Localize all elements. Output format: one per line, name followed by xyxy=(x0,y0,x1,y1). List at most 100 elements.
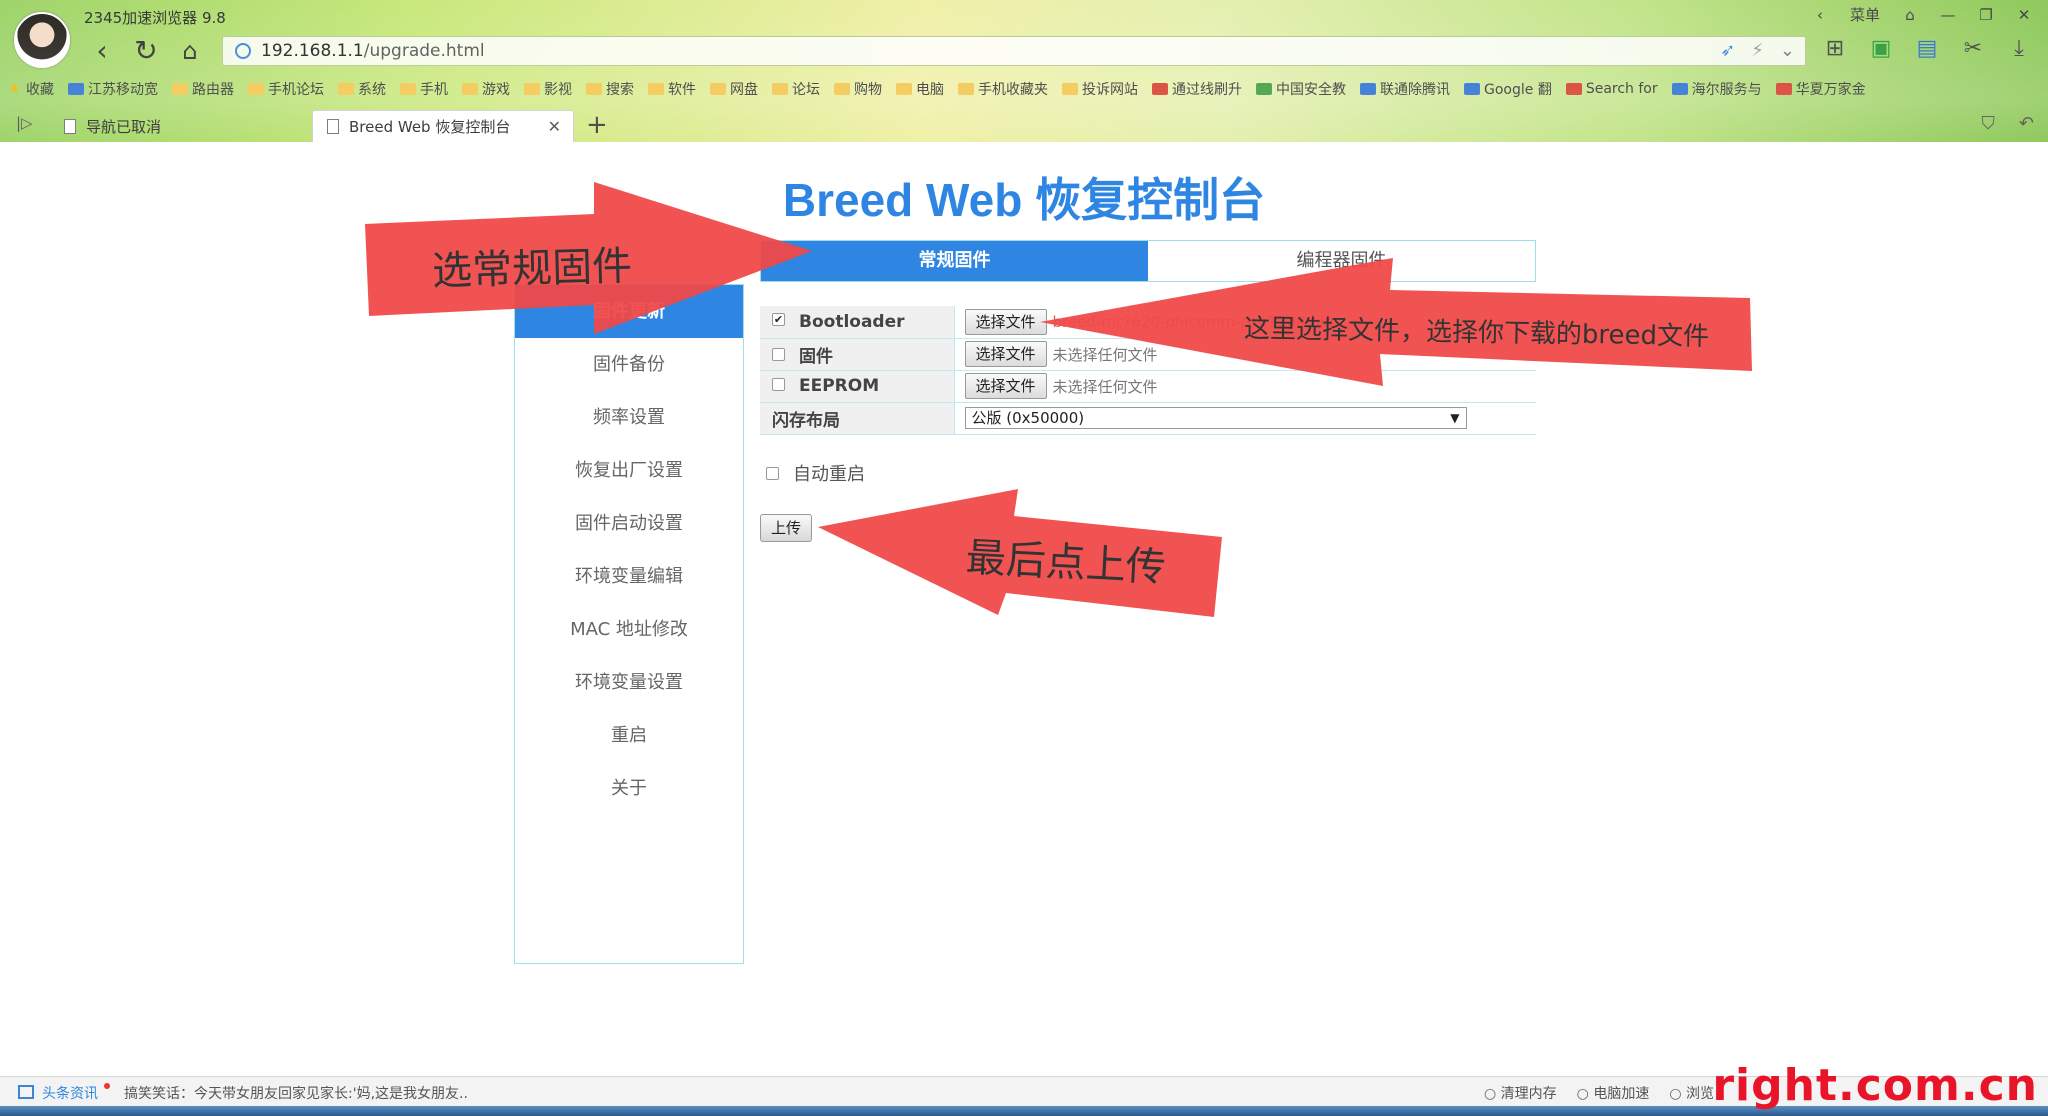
flash-layout-select[interactable]: 公版 (0x50000) ▼ xyxy=(964,407,1467,429)
folder-icon xyxy=(586,83,602,95)
bookmark-folder[interactable]: 网盘 xyxy=(710,78,758,100)
page-content: Breed Web 恢复控制台 常规固件 编程器固件 固件更新 固件备份 频率设… xyxy=(0,142,2048,1076)
bookmark-item[interactable]: Search for xyxy=(1565,78,1658,100)
page-title: Breed Web 恢复控制台 xyxy=(782,174,1266,226)
annotation-label: 最后点上传 xyxy=(964,534,1167,592)
restore-button[interactable]: ❐ xyxy=(1978,6,1994,24)
tab-regular-firmware[interactable]: 常规固件 xyxy=(761,241,1148,281)
sidebar-item-about[interactable]: 关于 xyxy=(515,762,743,815)
sidebar-item-boot-settings[interactable]: 固件启动设置 xyxy=(515,497,743,550)
shield-icon[interactable]: ⛉ xyxy=(1981,113,1995,134)
bookmark-item[interactable]: 通过线刷升 xyxy=(1152,78,1242,100)
chevron-down-icon[interactable]: ⌄ xyxy=(1780,40,1795,61)
browse-button[interactable]: 浏览 xyxy=(1669,1083,1714,1103)
rocket-icon[interactable]: ➶ xyxy=(1720,40,1735,61)
bookmark-folder[interactable]: 手机 xyxy=(400,78,448,100)
folder-icon xyxy=(710,83,726,95)
firmware-file-button[interactable]: 选择文件 xyxy=(964,341,1047,367)
bookmark-folder[interactable]: 手机论坛 xyxy=(248,78,324,100)
star-icon: ★ xyxy=(8,81,21,97)
bookmark-item[interactable]: 中国安全教 xyxy=(1256,78,1346,100)
site-icon xyxy=(1565,83,1582,95)
bookmark-item[interactable]: 华夏万家金 xyxy=(1775,78,1866,100)
folder-icon xyxy=(1062,83,1078,95)
bootloader-checkbox[interactable]: ✔ xyxy=(772,313,785,327)
user-avatar[interactable] xyxy=(14,12,70,68)
table-row: EEPROM 选择文件 未选择任何文件 xyxy=(760,370,1536,403)
bookmark-folder[interactable]: 论坛 xyxy=(772,78,820,100)
folder-icon xyxy=(172,83,188,95)
bookmark-folder[interactable]: 投诉网站 xyxy=(1062,78,1138,100)
file-status: 未选择任何文件 xyxy=(1052,345,1158,364)
google-translate-icon xyxy=(1464,83,1480,95)
sidebar-item-firmware-backup[interactable]: 固件备份 xyxy=(515,338,743,391)
firmware-tabs: 常规固件 编程器固件 xyxy=(760,240,1536,282)
scissors-icon[interactable]: ✂ xyxy=(1960,36,1986,61)
bookmark-favorites[interactable]: ★ 收藏 xyxy=(8,78,54,100)
collapse-icon[interactable]: ‹ xyxy=(1812,6,1828,24)
lightning-icon[interactable]: ⚡ xyxy=(1751,40,1764,61)
home-icon[interactable]: ⌂ xyxy=(174,36,206,68)
apps-icon[interactable]: ⊞ xyxy=(1822,36,1848,61)
new-tab-button[interactable]: + xyxy=(586,110,608,140)
tab-programmer-firmware[interactable]: 编程器固件 xyxy=(1148,241,1535,281)
bookmark-folder[interactable]: 系统 xyxy=(338,78,386,100)
bookmark-folder[interactable]: 购物 xyxy=(834,78,882,100)
sidebar-item-reboot[interactable]: 重启 xyxy=(515,709,743,762)
refresh-icon[interactable]: ↻ xyxy=(130,36,162,68)
auto-reboot-checkbox[interactable] xyxy=(766,466,779,480)
address-bar[interactable]: 192.168.1.1/upgrade.html ➶ ⚡ ⌄ xyxy=(222,36,1806,66)
notification-dot xyxy=(104,1083,110,1089)
sidebar-item-factory-reset[interactable]: 恢复出厂设置 xyxy=(515,444,743,497)
bookmark-folder[interactable]: 手机收藏夹 xyxy=(958,78,1048,100)
speedup-button[interactable]: 电脑加速 xyxy=(1577,1083,1649,1103)
folder-icon xyxy=(958,83,974,95)
bookmark-folder[interactable]: 软件 xyxy=(648,78,696,100)
browser-chrome: 2345加速浏览器 9.8 ‹ 菜单 ⌂ — ❐ ✕ ‹ ↻ ⌂ 192.168… xyxy=(0,0,2048,142)
back-icon[interactable]: ‹ xyxy=(86,36,118,68)
sidebar-item-mac-edit[interactable]: MAC 地址修改 xyxy=(515,603,743,656)
bootloader-file-button[interactable]: 选择文件 xyxy=(964,308,1047,335)
file-status: 未选择任何文件 xyxy=(1052,377,1158,396)
clear-memory-button[interactable]: 清理内存 xyxy=(1484,1083,1557,1103)
bookmark-folder[interactable]: 游戏 xyxy=(462,78,510,100)
bookmark-item[interactable]: 江苏移动宽 xyxy=(68,78,158,100)
close-window-button[interactable]: ✕ xyxy=(2016,6,2032,24)
bookmark-folder[interactable]: 电脑 xyxy=(896,78,944,100)
tab-nav-cancelled[interactable]: 导航已取消 xyxy=(50,110,310,142)
eeprom-checkbox[interactable] xyxy=(772,377,785,391)
news-label[interactable]: 头条资讯 xyxy=(42,1083,98,1103)
app-title: 2345加速浏览器 9.8 xyxy=(84,9,226,27)
translate-icon[interactable]: ▤ xyxy=(1914,36,1940,61)
eeprom-file-button[interactable]: 选择文件 xyxy=(964,373,1047,399)
firmware-checkbox[interactable] xyxy=(772,348,785,361)
bookmark-item[interactable]: Google 翻 xyxy=(1464,78,1552,100)
bookmark-item[interactable]: 海尔服务与 xyxy=(1671,78,1762,100)
bookmarks-bar: ★ 收藏 江苏移动宽 路由器 手机论坛 系统 手机 游戏 影视 搜索 软件 网盘 … xyxy=(8,78,1866,100)
url-text[interactable]: 192.168.1.1/upgrade.html xyxy=(261,41,485,61)
sidebar-item-env-edit[interactable]: 环境变量编辑 xyxy=(515,550,743,603)
shield-icon xyxy=(235,43,251,59)
minimize-button[interactable]: — xyxy=(1940,6,1956,24)
auto-reboot-option[interactable]: 自动重启 xyxy=(766,460,865,486)
bookmark-folder[interactable]: 影视 xyxy=(524,78,572,100)
bookmark-item[interactable]: 联通除腾讯 xyxy=(1360,78,1450,100)
row-label: 固件 xyxy=(799,346,833,367)
bookmark-folder[interactable]: 路由器 xyxy=(172,78,234,100)
download-icon[interactable]: ⤓ xyxy=(2006,36,2032,61)
upload-button[interactable]: 上传 xyxy=(760,514,813,542)
watermark: right.com.cn xyxy=(1712,1060,2038,1111)
close-icon[interactable]: ✕ xyxy=(548,117,561,136)
sidebar-toggle-icon[interactable]: |▷ xyxy=(16,114,33,132)
folder-icon xyxy=(896,83,912,95)
sidebar-item-env-settings[interactable]: 环境变量设置 xyxy=(515,656,743,709)
tab-breed-console[interactable]: Breed Web 恢复控制台 ✕ xyxy=(312,110,574,142)
sidebar-item-frequency[interactable]: 频率设置 xyxy=(515,391,743,444)
skin-icon[interactable]: ⌂ xyxy=(1902,6,1918,24)
bookmark-folder[interactable]: 搜索 xyxy=(586,78,634,100)
folder-icon xyxy=(834,83,850,95)
shield-icon[interactable]: ▣ xyxy=(1868,36,1894,61)
menu-button[interactable]: 菜单 xyxy=(1850,4,1880,25)
undo-icon[interactable]: ↶ xyxy=(2019,113,2034,134)
news-ticker[interactable]: 搞笑笑话：今天带女朋友回家见家长:'妈,这是我女朋友.. xyxy=(124,1083,468,1103)
